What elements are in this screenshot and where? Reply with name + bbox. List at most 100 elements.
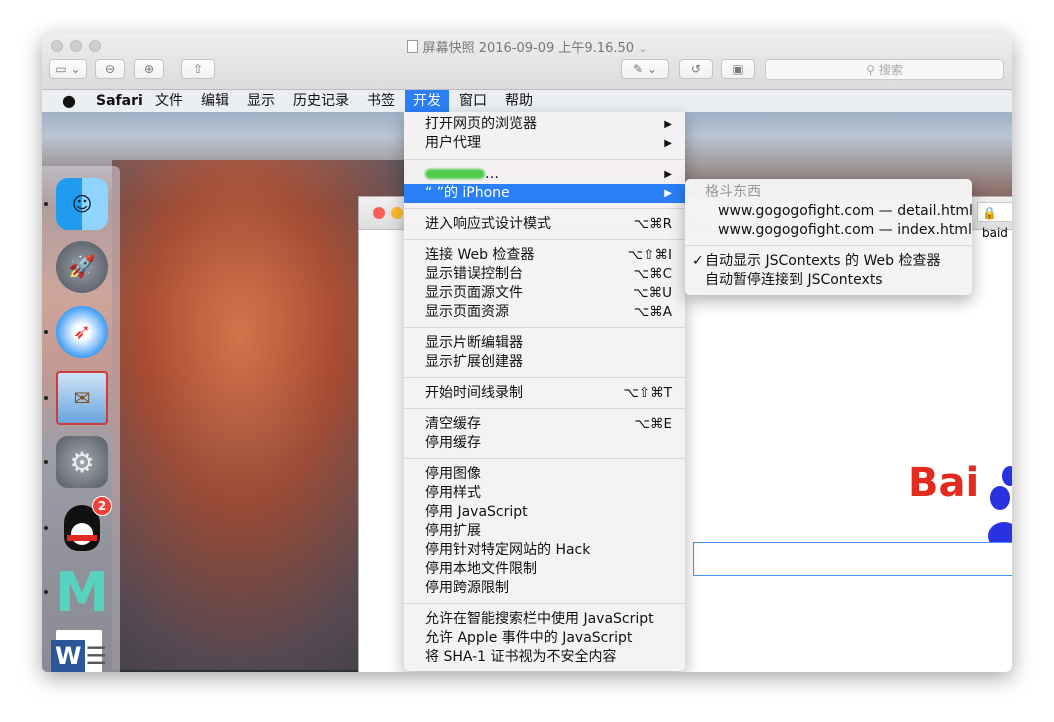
share-button[interactable]: ⇧	[181, 59, 215, 79]
zoom-in-icon: ⊕	[143, 62, 155, 76]
chevron-down-icon[interactable]: ⌄	[638, 42, 647, 55]
running-indicator	[44, 526, 48, 530]
menu-separator	[404, 239, 685, 240]
menu-item-extension-builder[interactable]: 显示扩展创建器	[404, 353, 685, 372]
menu-item-disable-caches[interactable]: 停用缓存	[404, 434, 685, 453]
zoom-out-icon: ⊖	[104, 62, 116, 76]
browser-minimize-button[interactable]	[391, 207, 403, 219]
qq-icon[interactable]: 2	[56, 496, 112, 554]
menu-item-snippet-editor[interactable]: 显示片断编辑器	[404, 334, 685, 353]
word-icon[interactable]: W ☰	[51, 630, 107, 672]
search-field[interactable]: ⚲ 搜索	[765, 59, 1004, 80]
develop-menu: 打开网页的浏览器 ▶ 用户代理 ▶ … ▶ “ ”的 iPhone ▶ 进入响应式设计模…	[404, 112, 685, 671]
toolbox-icon: ▣	[732, 62, 744, 76]
submenu-arrow-icon: ▶	[664, 119, 672, 130]
rotate-icon: ↺	[690, 62, 702, 76]
menu-separator	[404, 603, 685, 604]
share-icon: ⇧	[192, 62, 204, 76]
submenu-page-index[interactable]: www.gogogofight.com — index.html	[685, 221, 972, 240]
submenu-header: 格斗东西	[705, 184, 761, 200]
menu-item-allow-js-smart-search[interactable]: 允许在智能搜索栏中使用 JavaScript	[404, 610, 685, 629]
rotate-button[interactable]: ↺	[679, 59, 713, 79]
submenu-page-detail[interactable]: www.gogogofight.com — detail.html	[685, 202, 973, 221]
mail-icon[interactable]: ✉	[56, 371, 108, 425]
menu-item-disable-local-file-restrictions[interactable]: 停用本地文件限制	[404, 560, 685, 579]
menu-separator	[404, 377, 685, 378]
menu-item-sha1-insecure[interactable]: 将 SHA-1 证书视为不安全内容	[404, 648, 685, 667]
running-indicator	[44, 330, 48, 334]
menu-item-page-source[interactable]: 显示页面源文件 ⌥⌘U	[404, 284, 685, 303]
menu-item-device-mac[interactable]: … ▶	[404, 165, 685, 184]
running-indicator	[44, 590, 48, 594]
menu-item-allow-js-apple-events[interactable]: 允许 Apple 事件中的 JavaScript	[404, 629, 685, 648]
baidu-paw-toe	[1002, 466, 1012, 486]
toolbox-button[interactable]: ▣	[721, 59, 755, 79]
running-indicator	[44, 396, 48, 400]
sidebar-icon: ▭ ⌄	[55, 62, 81, 76]
submenu-auto-show-inspector[interactable]: ✓ 自动显示 JSContexts 的 Web 检查器	[685, 252, 972, 271]
iphone-submenu: 格斗东西 www.gogogofight.com — detail.html w…	[685, 179, 973, 295]
screenshot-content: 🔒baid Bai ☺ 🚀 ➶ ✉ ⚙ 2 M W ☰ ● Safari 文件 …	[42, 90, 1012, 672]
menu-item-web-inspector[interactable]: 连接 Web 检查器 ⌥⇧⌘I	[404, 246, 685, 265]
menu-separator	[404, 159, 685, 160]
lock-icon: 🔒	[982, 206, 997, 220]
markup-button[interactable]: ✎ ⌄	[621, 59, 669, 79]
safari-icon[interactable]: ➶	[56, 306, 108, 358]
dock: ☺ 🚀 ➶ ✉ ⚙ 2 M W ☰	[42, 166, 120, 672]
redacted-name	[425, 169, 485, 179]
menu-bar: ● Safari 文件 编辑 显示 历史记录 书签 开发 窗口 帮助	[42, 90, 1012, 112]
document-icon	[406, 40, 418, 53]
menu-safari[interactable]: Safari	[88, 90, 151, 112]
submenu-arrow-icon: ▶	[664, 138, 672, 149]
menu-item-disable-cross-origin-restrictions[interactable]: 停用跨源限制	[404, 579, 685, 598]
zoom-out-button[interactable]: ⊖	[95, 59, 125, 79]
menu-item-responsive-design[interactable]: 进入响应式设计模式 ⌥⌘R	[404, 215, 685, 234]
menu-item-error-console[interactable]: 显示错误控制台 ⌥⌘C	[404, 265, 685, 284]
apple-menu-icon[interactable]: ●	[54, 90, 84, 112]
finder-icon[interactable]: ☺	[56, 178, 108, 230]
menu-separator	[404, 458, 685, 459]
menu-file[interactable]: 文件	[147, 90, 191, 112]
menu-item-user-agent[interactable]: 用户代理 ▶	[404, 134, 685, 153]
menu-item-page-resources[interactable]: 显示页面资源 ⌥⌘A	[404, 303, 685, 322]
menu-item-disable-styles[interactable]: 停用样式	[404, 484, 685, 503]
submenu-arrow-icon: ▶	[664, 169, 672, 180]
menu-item-disable-site-hacks[interactable]: 停用针对特定网站的 Hack	[404, 541, 685, 560]
menu-bookmarks[interactable]: 书签	[359, 90, 403, 112]
baidu-paw-icon	[990, 486, 1010, 510]
menu-develop[interactable]: 开发	[405, 90, 449, 112]
menu-item-empty-caches[interactable]: 清空缓存 ⌥⌘E	[404, 415, 685, 434]
sidebar-toggle-button[interactable]: ▭ ⌄	[49, 59, 87, 79]
menu-separator	[404, 208, 685, 209]
menu-item-disable-images[interactable]: 停用图像	[404, 465, 685, 484]
menu-separator	[404, 408, 685, 409]
menu-help[interactable]: 帮助	[497, 90, 541, 112]
menu-view[interactable]: 显示	[239, 90, 283, 112]
search-icon: ⚲	[866, 62, 875, 77]
baidu-search-input[interactable]	[693, 542, 1012, 576]
submenu-auto-pause[interactable]: 自动暂停连接到 JSContexts	[685, 271, 972, 290]
menu-separator	[404, 327, 685, 328]
browser-close-button[interactable]	[373, 207, 385, 219]
menu-item-disable-javascript[interactable]: 停用 JavaScript	[404, 503, 685, 522]
pen-icon: ✎ ⌄	[633, 62, 657, 76]
menu-item-iphone[interactable]: “ ”的 iPhone ▶	[404, 184, 685, 203]
menu-item-disable-extensions[interactable]: 停用扩展	[404, 522, 685, 541]
window-title: 屏幕快照 2016-09-09 上午9.16.50 ⌄	[42, 37, 1012, 56]
menu-history[interactable]: 历史记录	[285, 90, 357, 112]
zoom-in-button[interactable]: ⊕	[134, 59, 164, 79]
submenu-arrow-icon: ▶	[664, 188, 672, 199]
preview-window: 屏幕快照 2016-09-09 上午9.16.50 ⌄ ▭ ⌄ ⊖ ⊕ ⇧ ✎ …	[42, 33, 1012, 672]
running-indicator	[44, 202, 48, 206]
launchpad-icon[interactable]: 🚀	[56, 241, 108, 293]
menu-item-open-page-with[interactable]: 打开网页的浏览器 ▶	[404, 115, 685, 134]
menu-window[interactable]: 窗口	[451, 90, 495, 112]
menu-separator	[685, 245, 972, 246]
checkmark-icon: ✓	[692, 253, 704, 269]
system-preferences-icon[interactable]: ⚙	[56, 436, 108, 488]
menu-item-timeline-recording[interactable]: 开始时间线录制 ⌥⇧⌘T	[404, 384, 685, 403]
menu-edit[interactable]: 编辑	[193, 90, 237, 112]
title-bar: 屏幕快照 2016-09-09 上午9.16.50 ⌄ ▭ ⌄ ⊖ ⊕ ⇧ ✎ …	[42, 33, 1012, 90]
browser-tab[interactable]: 🔒baid	[977, 202, 1012, 240]
m-app-icon[interactable]: M	[55, 561, 109, 624]
